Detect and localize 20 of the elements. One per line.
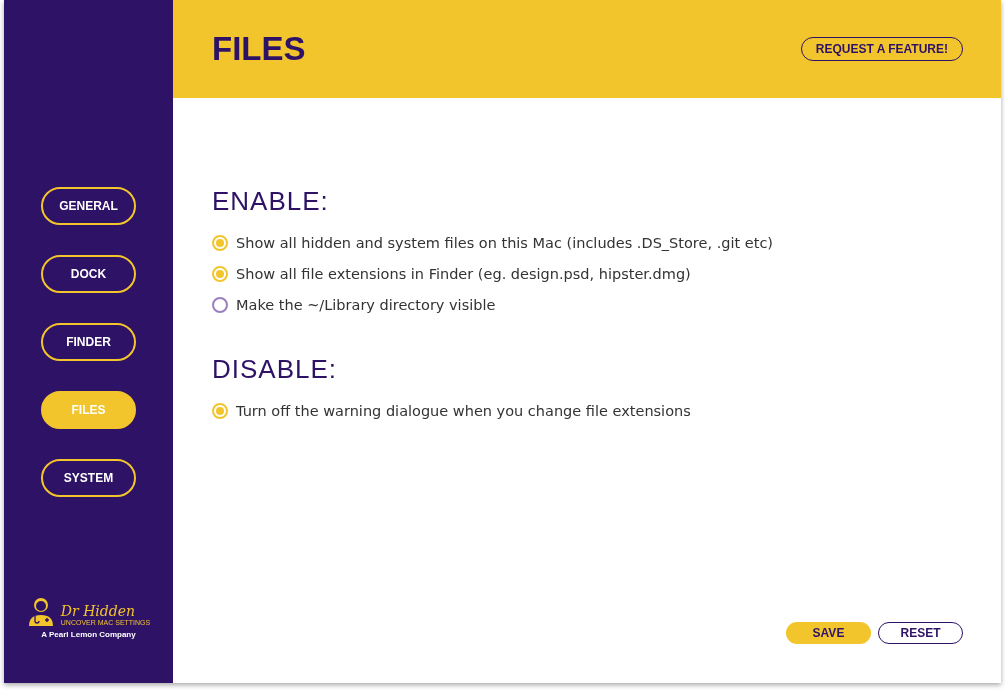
radio-button[interactable]: [212, 234, 228, 251]
option-label: Turn off the warning dialogue when you change file extensions: [236, 402, 691, 419]
section-title: DISABLE:: [212, 354, 339, 385]
company-text: A Pearl Lemon Company: [41, 630, 136, 639]
option-label: Make the ~/Library directory visible: [236, 296, 496, 313]
save-button[interactable]: SAVE: [786, 622, 871, 644]
page-title: FILES: [212, 30, 306, 68]
doctor-icon: [26, 596, 55, 626]
option-label: Show all hidden and system files on this Mac (includes .DS_Store, .git etc): [236, 234, 773, 251]
nav-tab[interactable]: GENERAL: [41, 187, 136, 225]
radio-button[interactable]: [212, 265, 228, 282]
section-title: ENABLE:: [212, 186, 330, 217]
logo-wordmark: Dr Hidden: [60, 603, 137, 619]
nav-tab[interactable]: SYSTEM: [41, 459, 136, 497]
radio-button[interactable]: [212, 402, 228, 419]
option-label: Show all file extensions in Finder (eg. design.psd, hipster.dmg): [236, 265, 691, 282]
nav-tab[interactable]: DOCK: [41, 255, 136, 293]
nav-tab[interactable]: FINDER: [41, 323, 136, 361]
reset-button[interactable]: RESET: [878, 622, 963, 644]
radio-button[interactable]: [212, 296, 228, 313]
